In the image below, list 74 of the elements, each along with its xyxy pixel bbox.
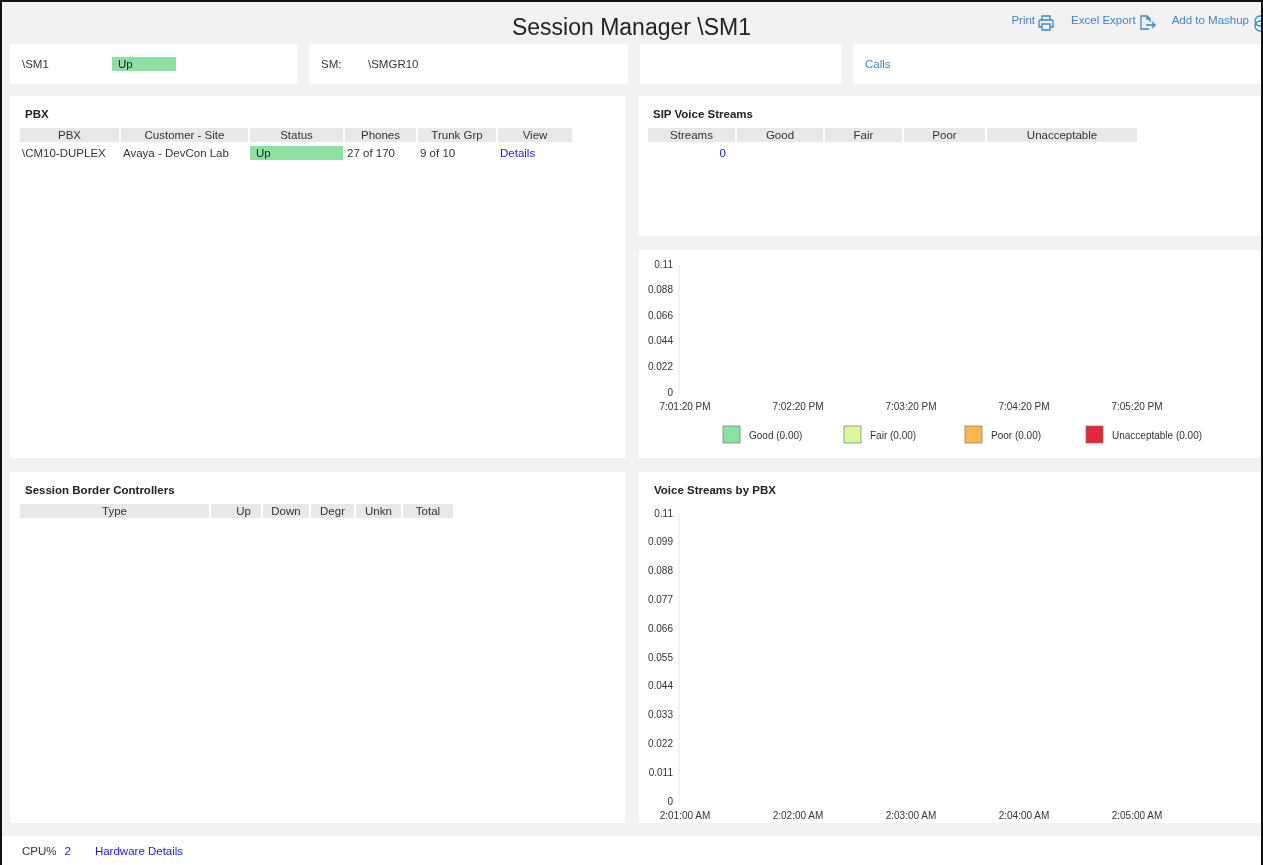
column-header: Streams bbox=[648, 128, 735, 142]
legend-label: Good (0.00) bbox=[749, 430, 803, 441]
x-tick-label: 7:03:20 PM bbox=[885, 401, 937, 412]
cpu-label: CPU% bbox=[22, 844, 57, 857]
x-tick-label: 2:01:00 AM bbox=[659, 810, 711, 821]
status-badge: Up bbox=[112, 57, 176, 71]
mashup-icon bbox=[1251, 14, 1261, 32]
column-header: Unkn bbox=[356, 504, 401, 518]
table-cell-text: Avaya - DevCon Lab bbox=[122, 146, 230, 161]
y-tick-label: 0.11 bbox=[654, 507, 673, 519]
calls-link[interactable]: Calls bbox=[865, 58, 891, 70]
column-header: Total bbox=[403, 504, 453, 518]
y-tick-label: 0.11 bbox=[654, 258, 673, 270]
y-tick-label: 0.011 bbox=[648, 766, 673, 778]
column-header: Fair bbox=[825, 128, 902, 142]
export-icon bbox=[1137, 14, 1156, 32]
panel-title: SIP Voice Streams bbox=[652, 107, 754, 122]
column-header: View bbox=[498, 128, 572, 142]
y-tick-label: 0.044 bbox=[647, 335, 673, 347]
y-tick-label: 0 bbox=[667, 386, 673, 398]
y-tick-label: 0.033 bbox=[647, 709, 673, 721]
column-header: Degr bbox=[311, 504, 354, 518]
table-cell-text: 9 of 10 bbox=[419, 146, 457, 161]
status-cell: Up bbox=[250, 146, 343, 160]
column-header: Poor bbox=[904, 128, 985, 142]
column-header: Status bbox=[250, 128, 343, 142]
x-tick-label: 2:02:00 AM bbox=[772, 810, 824, 821]
action-link[interactable]: Excel Export bbox=[1071, 14, 1156, 32]
column-header: Down bbox=[263, 504, 309, 518]
server-name: \SM1 bbox=[22, 58, 50, 70]
y-tick-label: 0.077 bbox=[647, 594, 673, 606]
column-header: Unacceptable bbox=[987, 128, 1137, 142]
panel-title: PBX bbox=[24, 107, 50, 122]
legend-label: Unacceptable (0.00) bbox=[1112, 430, 1203, 441]
page-title: Session Manager \SM1 bbox=[511, 13, 752, 41]
y-tick-label: 0.066 bbox=[647, 622, 673, 634]
panel-title: Voice Streams by PBX bbox=[653, 483, 777, 498]
y-tick-label: 0.088 bbox=[647, 284, 673, 296]
details-link[interactable]: Details bbox=[500, 147, 536, 159]
column-header: Type bbox=[20, 504, 209, 518]
table-cell-text: \CM10-DUPLEX bbox=[21, 146, 107, 161]
x-tick-label: 2:04:00 AM bbox=[998, 810, 1050, 821]
y-tick-label: 0.044 bbox=[647, 680, 673, 692]
sm-value: \SMGR10 bbox=[368, 58, 419, 70]
action-link[interactable]: Print bbox=[1011, 14, 1056, 32]
legend-label: Poor (0.00) bbox=[991, 430, 1042, 441]
y-tick-label: 0 bbox=[667, 795, 673, 807]
y-tick-label: 0.099 bbox=[647, 536, 673, 548]
streams-link[interactable]: 0 bbox=[719, 147, 726, 159]
column-header: Trunk Grp bbox=[418, 128, 496, 142]
x-tick-label: 2:03:00 AM bbox=[885, 810, 937, 821]
column-header: PBX bbox=[20, 128, 119, 142]
x-tick-label: 7:01:20 PM bbox=[659, 401, 711, 412]
table-cell-text: 27 of 170 bbox=[346, 146, 396, 161]
column-header: Phones bbox=[345, 128, 416, 142]
y-tick-label: 0.022 bbox=[647, 738, 673, 750]
printer-icon bbox=[1037, 14, 1056, 32]
x-tick-label: 7:05:20 PM bbox=[1111, 401, 1163, 412]
panel-title: Session Border Controllers bbox=[24, 483, 176, 498]
column-header: Up bbox=[211, 504, 261, 518]
y-tick-label: 0.022 bbox=[647, 361, 673, 373]
y-tick-label: 0.055 bbox=[647, 651, 673, 663]
y-tick-label: 0.066 bbox=[647, 309, 673, 321]
x-tick-label: 7:02:20 PM bbox=[772, 401, 824, 412]
y-tick-label: 0.088 bbox=[647, 565, 673, 577]
action-link[interactable]: Add to Mashup bbox=[1171, 14, 1261, 32]
x-tick-label: 2:05:00 AM bbox=[1111, 810, 1163, 821]
column-header: Good bbox=[737, 128, 823, 142]
hardware-link[interactable]: Hardware Details bbox=[94, 844, 184, 857]
sm-label: SM: bbox=[321, 58, 343, 70]
x-tick-label: 7:04:20 PM bbox=[998, 401, 1050, 412]
cpu-value: 2 bbox=[64, 844, 71, 857]
legend-label: Fair (0.00) bbox=[870, 430, 917, 441]
column-header: Customer - Site bbox=[121, 128, 248, 142]
